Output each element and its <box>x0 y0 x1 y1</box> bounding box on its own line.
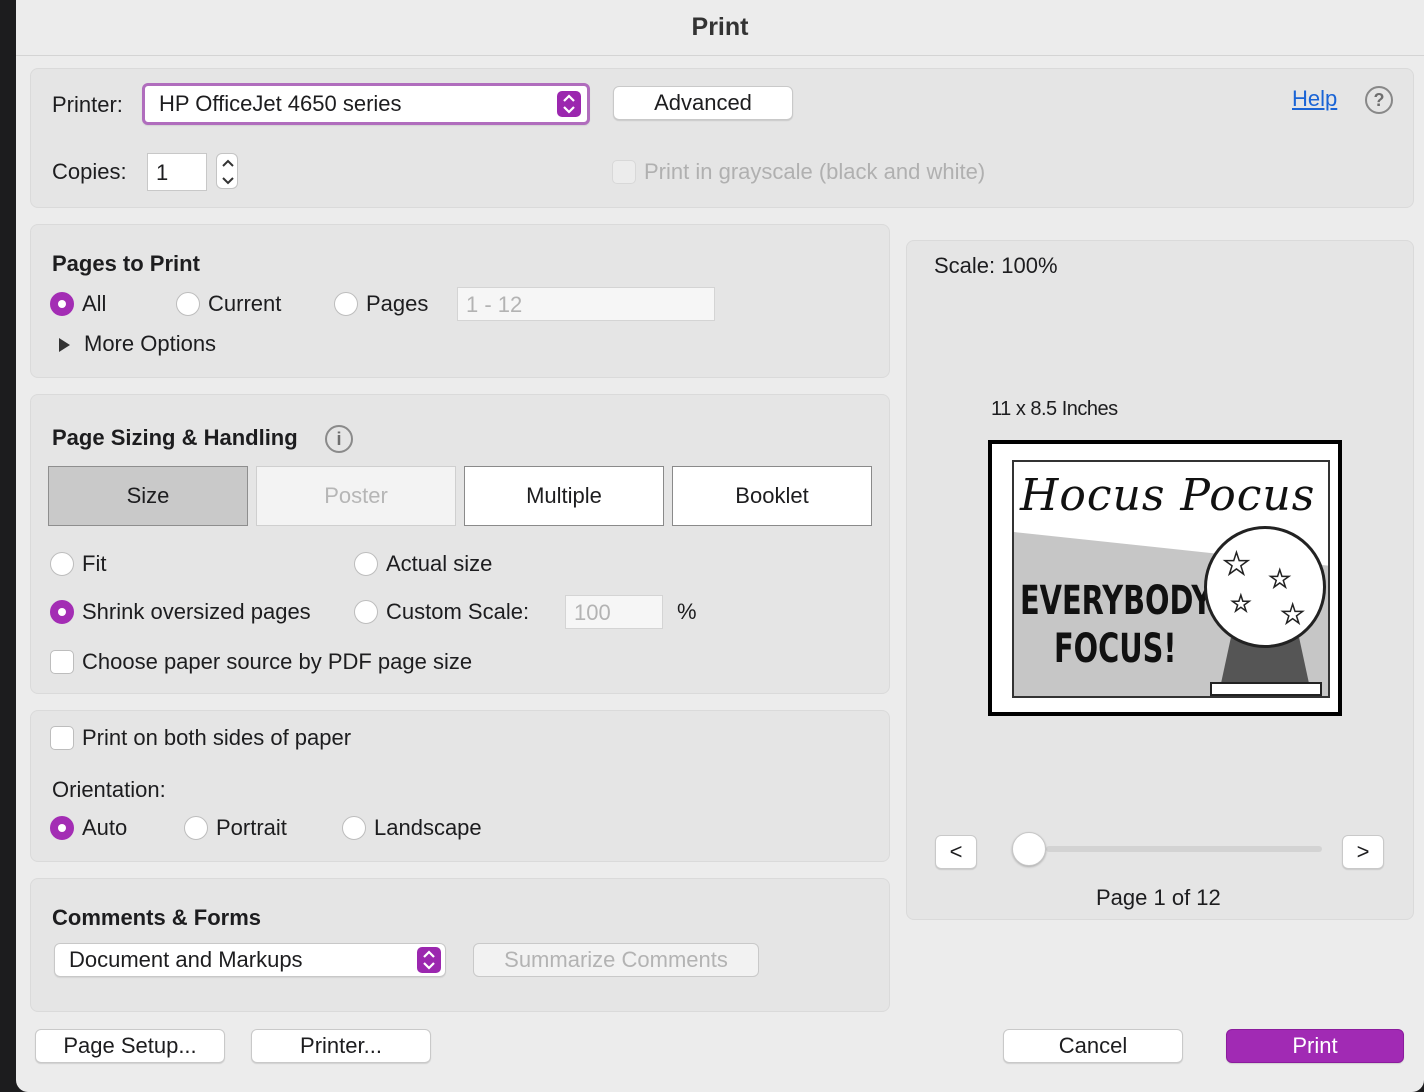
copies-stepper[interactable] <box>216 153 238 189</box>
cancel-button[interactable]: Cancel <box>1003 1029 1183 1063</box>
triangle-right-icon <box>59 338 70 352</box>
orientation-auto-label: Auto <box>82 815 128 840</box>
page-slider-knob[interactable] <box>1012 832 1046 866</box>
orientation-auto-radio[interactable] <box>50 816 74 840</box>
next-page-button[interactable]: > <box>1342 835 1384 869</box>
more-options-label: More Options <box>84 331 217 356</box>
copies-label: Copies: <box>52 159 127 184</box>
orientation-landscape-label: Landscape <box>374 815 482 840</box>
paper-source-checkbox[interactable] <box>50 650 74 674</box>
more-options-disclosure[interactable]: More Options <box>56 330 256 360</box>
orientation-portrait-label: Portrait <box>216 815 287 840</box>
updown-chevron-icon <box>417 947 441 973</box>
orientation-portrait-radio[interactable] <box>184 816 208 840</box>
window-title: Print <box>16 0 1424 56</box>
summarize-comments-button[interactable]: Summarize Comments <box>473 943 759 977</box>
pages-all-label: All <box>82 291 107 316</box>
scale-label: Scale: 100% <box>934 253 1058 278</box>
shrink-oversized-radio[interactable] <box>50 600 74 624</box>
print-dialog: Print Printer: HP OfficeJet 4650 series … <box>16 0 1424 1092</box>
tab-poster[interactable]: Poster <box>256 466 456 526</box>
shrink-oversized-label: Shrink oversized pages <box>82 599 311 624</box>
tab-multiple[interactable]: Multiple <box>464 466 664 526</box>
grayscale-checkbox[interactable] <box>612 160 636 184</box>
paper-source-label: Choose paper source by PDF page size <box>82 649 473 674</box>
page-slider-track[interactable] <box>1046 846 1322 852</box>
preview-title-art: Hocus Pocus <box>1020 470 1316 521</box>
fit-label: Fit <box>82 551 107 576</box>
comments-forms-heading: Comments & Forms <box>52 905 262 930</box>
copies-field[interactable]: 1 <box>147 153 207 191</box>
pages-current-label: Current <box>208 291 282 316</box>
page-sizing-heading: Page Sizing & Handling <box>52 425 298 450</box>
pages-all-radio[interactable] <box>50 292 74 316</box>
pages-current-radio[interactable] <box>176 292 200 316</box>
actual-size-radio[interactable] <box>354 552 378 576</box>
both-sides-label: Print on both sides of paper <box>82 725 352 750</box>
preview-line-2: FOCUS! <box>1054 626 1177 672</box>
printer-button[interactable]: Printer... <box>251 1029 431 1063</box>
page-indicator: Page 1 of 12 <box>1096 885 1221 910</box>
pages-range-radio[interactable] <box>334 292 358 316</box>
advanced-button[interactable]: Advanced <box>613 86 793 120</box>
page-preview: Hocus Pocus EVERYBODY FOCUS! ★ ★ ★ ★ <box>988 440 1342 716</box>
info-icon[interactable]: i <box>325 425 353 453</box>
fit-radio[interactable] <box>50 552 74 576</box>
copies-value: 1 <box>156 160 169 185</box>
pages-to-print-heading: Pages to Print <box>52 251 200 276</box>
both-sides-checkbox[interactable] <box>50 726 74 750</box>
paper-size-label: 11 x 8.5 Inches <box>991 398 1118 420</box>
page-setup-button[interactable]: Page Setup... <box>35 1029 225 1063</box>
preview-line-1: EVERYBODY <box>1020 578 1213 624</box>
printer-select-value: HP OfficeJet 4650 series <box>159 91 402 116</box>
help-icon[interactable]: ? <box>1365 86 1393 114</box>
updown-chevron-icon <box>222 159 234 185</box>
pages-range-label: Pages <box>366 291 429 316</box>
printer-label: Printer: <box>52 92 123 117</box>
star-icon: ★ <box>1222 547 1250 582</box>
custom-scale-input[interactable]: 100 <box>565 595 663 629</box>
star-icon: ★ <box>1230 590 1251 617</box>
percent-sign: % <box>677 599 697 624</box>
crystal-ball-icon: ★ ★ ★ ★ <box>1204 526 1326 648</box>
updown-chevron-icon <box>557 91 581 117</box>
pages-range-input[interactable]: 1 - 12 <box>457 287 715 321</box>
tab-booklet[interactable]: Booklet <box>672 466 872 526</box>
custom-scale-label: Custom Scale: <box>386 599 530 624</box>
star-icon: ★ <box>1280 598 1305 630</box>
help-link[interactable]: Help <box>1292 86 1337 112</box>
previous-page-button[interactable]: < <box>935 835 977 869</box>
comments-forms-select[interactable]: Document and Markups <box>54 943 446 977</box>
pages-range-placeholder: 1 - 12 <box>466 292 523 317</box>
crystal-ball-plinth <box>1210 682 1322 696</box>
custom-scale-value: 100 <box>574 600 611 625</box>
tab-size[interactable]: Size <box>48 466 248 526</box>
print-button[interactable]: Print <box>1226 1029 1404 1063</box>
grayscale-label: Print in grayscale (black and white) <box>644 159 986 184</box>
orientation-label: Orientation: <box>52 777 166 802</box>
printer-select[interactable]: HP OfficeJet 4650 series <box>142 83 590 125</box>
orientation-landscape-radio[interactable] <box>342 816 366 840</box>
page-preview-content: Hocus Pocus EVERYBODY FOCUS! ★ ★ ★ ★ <box>1012 460 1330 698</box>
comments-forms-value: Document and Markups <box>69 947 303 972</box>
actual-size-label: Actual size <box>386 551 493 576</box>
custom-scale-radio[interactable] <box>354 600 378 624</box>
star-icon: ★ <box>1268 565 1291 594</box>
